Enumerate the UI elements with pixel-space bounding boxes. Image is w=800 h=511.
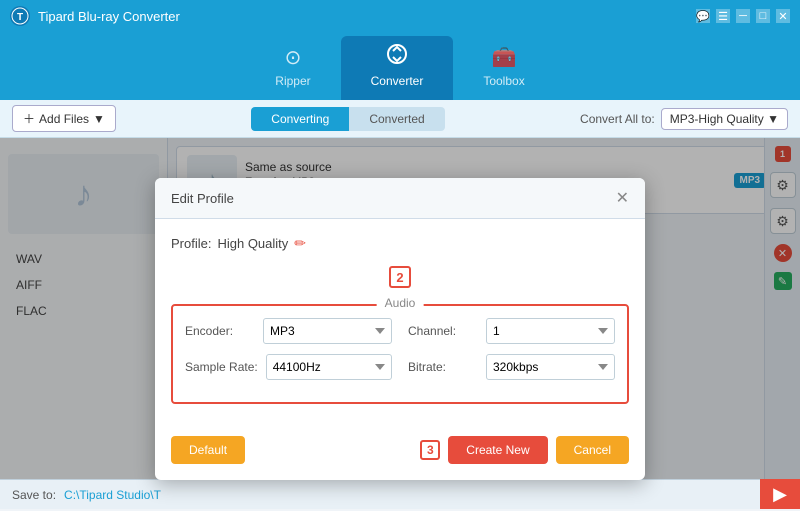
footer-actions: 3 Create New Cancel — [420, 436, 629, 464]
edit-profile-modal: Edit Profile ✕ Profile: High Quality ✏ 2… — [155, 178, 645, 480]
channel-select[interactable]: 1 2 — [486, 318, 615, 344]
toolbox-label: Toolbox — [483, 74, 524, 88]
form-row-2: Sample Rate: 44100Hz 22050Hz 11025Hz Bit… — [185, 354, 615, 380]
modal-header: Edit Profile ✕ — [155, 178, 645, 219]
app-title: Tipard Blu-ray Converter — [38, 9, 180, 24]
sample-rate-select[interactable]: 44100Hz 22050Hz 11025Hz — [266, 354, 392, 380]
sample-rate-label: Sample Rate: — [185, 360, 258, 374]
default-button[interactable]: Default — [171, 436, 245, 464]
ripper-icon: ⊙ — [285, 45, 302, 70]
modal-body: Profile: High Quality ✏ 2 Audio Encoder: — [155, 219, 645, 436]
tab-group: Converting Converted — [251, 107, 444, 131]
app-icon: T — [10, 6, 30, 26]
toolbox-icon: 🧰 — [492, 45, 517, 70]
section-number-2: 2 — [389, 266, 411, 288]
encoder-group: Encoder: MP3 AAC OGG FLAC — [185, 318, 392, 344]
svg-text:T: T — [17, 12, 23, 23]
channel-group: Channel: 1 2 — [408, 318, 615, 344]
audio-section: Audio Encoder: MP3 AAC OGG FLAC — [171, 304, 629, 404]
menu-button[interactable]: ☰ — [716, 9, 730, 23]
minimize-button[interactable]: ─ — [736, 9, 750, 23]
convert-all-label: Convert All to: — [580, 112, 655, 126]
form-row-1: Encoder: MP3 AAC OGG FLAC Channel: — [185, 318, 615, 344]
modal-footer: Default 3 Create New Cancel — [155, 436, 645, 480]
save-to-label: Save to: — [12, 488, 56, 502]
channel-label: Channel: — [408, 324, 478, 338]
profile-value: High Quality — [217, 236, 288, 251]
nav-tab-ripper[interactable]: ⊙ Ripper — [245, 37, 340, 100]
title-bar: T Tipard Blu-ray Converter 💬 ☰ ─ □ ✕ — [0, 0, 800, 32]
modal-overlay: Edit Profile ✕ Profile: High Quality ✏ 2… — [0, 138, 800, 479]
profile-edit-icon[interactable]: ✏ — [294, 235, 306, 252]
sample-rate-group: Sample Rate: 44100Hz 22050Hz 11025Hz — [185, 354, 392, 380]
section-number-3: 3 — [420, 440, 440, 460]
modal-close-button[interactable]: ✕ — [616, 188, 629, 208]
tab-converted[interactable]: Converted — [349, 107, 444, 131]
bottom-bar: Save to: C:\Tipard Studio\T ▶ — [0, 479, 800, 509]
nav-tab-converter[interactable]: Converter — [341, 36, 454, 100]
converter-icon — [385, 44, 409, 70]
toolbar: ＋ Add Files ▼ Converting Converted Conve… — [0, 100, 800, 138]
profile-label: Profile: — [171, 236, 211, 251]
audio-section-title: Audio — [377, 296, 424, 310]
chat-button[interactable]: 💬 — [696, 9, 710, 23]
title-bar-left: T Tipard Blu-ray Converter — [10, 6, 180, 26]
profile-row: Profile: High Quality ✏ — [171, 235, 629, 252]
window-controls: 💬 ☰ ─ □ ✕ — [696, 9, 790, 23]
convert-start-button[interactable]: ▶ — [760, 479, 800, 509]
converter-label: Converter — [371, 74, 424, 88]
save-path: C:\Tipard Studio\T — [64, 488, 161, 502]
create-new-button[interactable]: Create New — [448, 436, 547, 464]
quality-selector[interactable]: MP3-High Quality ▼ — [661, 108, 788, 130]
add-files-label: Add Files — [39, 112, 89, 126]
nav-tab-toolbox[interactable]: 🧰 Toolbox — [453, 37, 554, 100]
cancel-button[interactable]: Cancel — [556, 436, 629, 464]
tab-converting[interactable]: Converting — [251, 107, 349, 131]
toolbar-left: ＋ Add Files ▼ — [12, 105, 116, 132]
nav-bar: ⊙ Ripper Converter 🧰 Toolbox — [0, 32, 800, 100]
ripper-label: Ripper — [275, 74, 310, 88]
encoder-select[interactable]: MP3 AAC OGG FLAC — [263, 318, 392, 344]
bitrate-select[interactable]: 320kbps 256kbps 192kbps 128kbps — [486, 354, 615, 380]
add-files-button[interactable]: ＋ Add Files ▼ — [12, 105, 116, 132]
toolbar-right: Convert All to: MP3-High Quality ▼ — [580, 108, 788, 130]
add-icon: ＋ — [23, 110, 35, 127]
quality-arrow-icon: ▼ — [767, 112, 779, 126]
main-content: ♪ WAV AIFF FLAC ♪ Same as source Encoder… — [0, 138, 800, 479]
maximize-button[interactable]: □ — [756, 9, 770, 23]
dropdown-arrow-icon: ▼ — [93, 112, 105, 126]
encoder-label: Encoder: — [185, 324, 255, 338]
close-button[interactable]: ✕ — [776, 9, 790, 23]
bitrate-group: Bitrate: 320kbps 256kbps 192kbps 128kbps — [408, 354, 615, 380]
quality-label: MP3-High Quality — [670, 112, 764, 126]
modal-title: Edit Profile — [171, 191, 234, 206]
bitrate-label: Bitrate: — [408, 360, 478, 374]
